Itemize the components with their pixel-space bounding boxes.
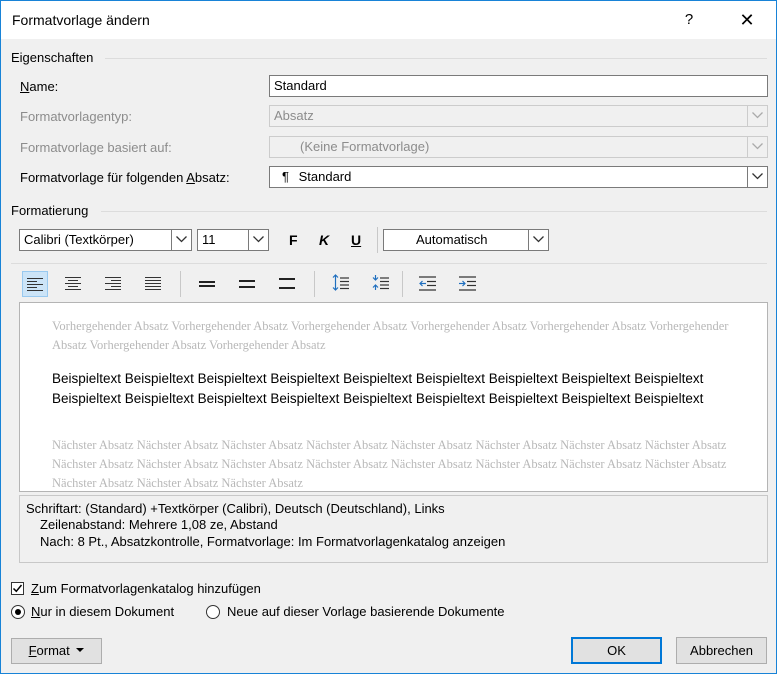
checkmark-icon — [12, 584, 23, 593]
divider — [101, 211, 767, 212]
format-button[interactable]: Format — [11, 638, 102, 664]
style-description: Schriftart: (Standard) +Textkörper (Cali… — [19, 495, 768, 563]
single-spacing-button[interactable] — [195, 271, 221, 297]
description-line: Nach: 8 Pt., Absatzkontrolle, Formatvorl… — [40, 534, 506, 549]
font-color-value: Automatisch — [416, 232, 488, 247]
align-right-icon — [105, 277, 121, 290]
increase-paragraph-spacing-button[interactable] — [328, 271, 354, 297]
type-label: Formatvorlagentyp: — [20, 109, 132, 124]
font-size-dropdown[interactable]: 11 — [197, 229, 269, 251]
font-value: Calibri (Textkörper) — [24, 232, 134, 247]
new-documents-radio[interactable] — [206, 605, 220, 619]
sample-text-preview: Beispieltext Beispieltext Beispieltext B… — [52, 371, 704, 406]
name-field[interactable]: Standard — [269, 75, 768, 97]
next-style-value: Standard — [298, 169, 352, 184]
decrease-indent-icon — [419, 276, 436, 291]
double-spacing-button[interactable] — [275, 271, 301, 297]
italic-button[interactable]: K — [319, 232, 329, 248]
new-documents-label: Neue auf dieser Vorlage basierende Dokum… — [227, 604, 505, 619]
single-spacing-icon — [199, 281, 215, 287]
chevron-down-icon — [171, 230, 191, 250]
chevron-down-icon — [747, 137, 767, 157]
increase-indent-button[interactable] — [455, 271, 481, 297]
section-formatting: Formatierung — [11, 203, 89, 218]
next-style-label: Formatvorlage für folgenden Absatz: — [20, 170, 230, 185]
based-on-label: Formatvorlage basiert auf: — [20, 140, 172, 155]
next-paragraph-preview: Nächster Absatz Nächster Absatz Nächster… — [52, 438, 727, 490]
based-on-value: (Keine Formatvorlage) — [300, 139, 430, 154]
divider — [402, 271, 403, 297]
align-justify-icon — [145, 277, 161, 290]
bold-button[interactable]: F — [289, 232, 298, 248]
chevron-down-icon — [747, 167, 767, 187]
chevron-down-icon — [747, 106, 767, 126]
based-on-dropdown[interactable]: (Keine Formatvorlage) — [269, 136, 768, 158]
one-half-spacing-icon — [239, 280, 255, 288]
type-value: Absatz — [274, 108, 314, 123]
add-to-gallery-label: Zum Formatvorlagenkatalog hinzufügen — [31, 581, 261, 596]
align-left-button[interactable] — [22, 271, 48, 297]
font-dropdown[interactable]: Calibri (Textkörper) — [19, 229, 192, 251]
type-dropdown[interactable]: Absatz — [269, 105, 768, 127]
align-justify-button[interactable] — [141, 271, 167, 297]
align-left-icon — [27, 278, 43, 291]
divider — [180, 271, 181, 297]
font-size-value: 11 — [202, 232, 216, 247]
help-button[interactable]: ? — [677, 8, 701, 32]
decrease-paragraph-spacing-button[interactable] — [368, 271, 394, 297]
previous-paragraph-preview: Vorhergehender Absatz Vorhergehender Abs… — [52, 319, 729, 352]
only-this-document-radio[interactable] — [11, 605, 25, 619]
double-spacing-icon — [279, 278, 295, 289]
underline-button[interactable]: U — [351, 232, 361, 248]
ok-button[interactable]: OK — [571, 637, 662, 664]
chevron-down-icon — [248, 230, 268, 250]
decrease-paragraph-spacing-icon — [372, 275, 389, 290]
chevron-down-icon — [528, 230, 548, 250]
decrease-indent-button[interactable] — [415, 271, 441, 297]
section-properties: Eigenschaften — [11, 50, 94, 65]
style-preview: Vorhergehender Absatz Vorhergehender Abs… — [19, 302, 768, 492]
only-this-document-label: Nur in diesem Dokument — [31, 604, 175, 619]
increase-indent-icon — [459, 276, 476, 291]
align-center-icon — [65, 277, 81, 290]
one-half-spacing-button[interactable] — [235, 271, 261, 297]
add-to-gallery-checkbox[interactable] — [11, 582, 24, 595]
description-line: Schriftart: (Standard) +Textkörper (Cali… — [26, 501, 445, 516]
align-center-button[interactable] — [61, 271, 87, 297]
divider — [105, 58, 767, 59]
caret-down-icon — [76, 648, 85, 652]
cancel-button[interactable]: Abbrechen — [676, 637, 767, 664]
modify-style-dialog: Formatvorlage ändern ? ✕ Eigenschaften N… — [0, 0, 777, 674]
pilcrow-icon: ¶ — [282, 169, 289, 184]
divider — [377, 227, 378, 253]
dialog-title: Formatvorlage ändern — [12, 12, 150, 28]
divider — [314, 271, 315, 297]
divider — [11, 263, 767, 264]
description-line: Zeilenabstand: Mehrere 1,08 ze, Abstand — [40, 517, 278, 532]
next-style-dropdown[interactable]: ¶ Standard — [269, 166, 768, 188]
title-bar: Formatvorlage ändern ? ✕ — [1, 1, 776, 39]
name-label: Name: — [20, 79, 59, 94]
increase-paragraph-spacing-icon — [332, 274, 349, 291]
close-button[interactable]: ✕ — [731, 6, 763, 34]
align-right-button[interactable] — [101, 271, 127, 297]
font-color-dropdown[interactable]: Automatisch — [383, 229, 549, 251]
